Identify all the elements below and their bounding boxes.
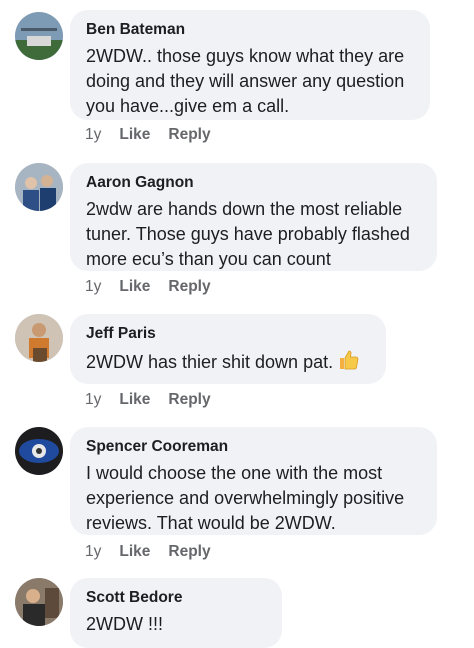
comment-bubble: Spencer Cooreman I would choose the one … bbox=[70, 427, 437, 535]
comment-timestamp[interactable]: 1y bbox=[85, 391, 101, 409]
comment-text: 2wdw are hands down the most reliable tu… bbox=[86, 199, 410, 269]
comment-author[interactable]: Scott Bedore bbox=[86, 588, 268, 608]
thumbs-up-icon bbox=[337, 348, 361, 379]
avatar[interactable] bbox=[15, 427, 63, 475]
comment-text: 2WDW has thier shit down pat. bbox=[86, 348, 372, 379]
comment-text: I would choose the one with the most exp… bbox=[86, 463, 405, 533]
comment-author[interactable]: Ben Bateman bbox=[86, 20, 416, 40]
comment-bubble: Jeff Paris 2WDW has thier shit down pat. bbox=[70, 314, 386, 384]
comment-timestamp[interactable]: 1y bbox=[85, 278, 101, 296]
avatar[interactable] bbox=[15, 163, 63, 211]
comment-text: 2WDW !!! bbox=[86, 614, 163, 634]
comment-actions: 1y Like Reply bbox=[85, 543, 211, 561]
like-button[interactable]: Like bbox=[119, 126, 150, 144]
like-button[interactable]: Like bbox=[119, 543, 150, 561]
like-button[interactable]: Like bbox=[119, 278, 150, 296]
comment-text-content: 2WDW has thier shit down pat. bbox=[86, 352, 334, 372]
comment-bubble: Scott Bedore 2WDW !!! bbox=[70, 578, 282, 648]
comment-actions: 1y Like Reply bbox=[85, 126, 211, 144]
comment-text: 2WDW.. those guys know what they are doi… bbox=[86, 46, 405, 116]
comment-actions: 1y Like Reply bbox=[85, 278, 211, 296]
comment-timestamp[interactable]: 1y bbox=[85, 543, 101, 561]
like-button[interactable]: Like bbox=[119, 391, 150, 409]
reply-button[interactable]: Reply bbox=[168, 543, 210, 561]
reply-button[interactable]: Reply bbox=[168, 126, 210, 144]
reply-button[interactable]: Reply bbox=[168, 391, 210, 409]
comment-author[interactable]: Aaron Gagnon bbox=[86, 173, 423, 193]
comment-bubble: Aaron Gagnon 2wdw are hands down the mos… bbox=[70, 163, 437, 271]
comment-timestamp[interactable]: 1y bbox=[85, 126, 101, 144]
avatar[interactable] bbox=[15, 12, 63, 60]
comment-author[interactable]: Jeff Paris bbox=[86, 324, 372, 344]
comment-author[interactable]: Spencer Cooreman bbox=[86, 437, 423, 457]
comment-bubble: Ben Bateman 2WDW.. those guys know what … bbox=[70, 10, 430, 120]
comment-actions: 1y Like Reply bbox=[85, 391, 211, 409]
avatar[interactable] bbox=[15, 314, 63, 362]
avatar[interactable] bbox=[15, 578, 63, 626]
reply-button[interactable]: Reply bbox=[168, 278, 210, 296]
